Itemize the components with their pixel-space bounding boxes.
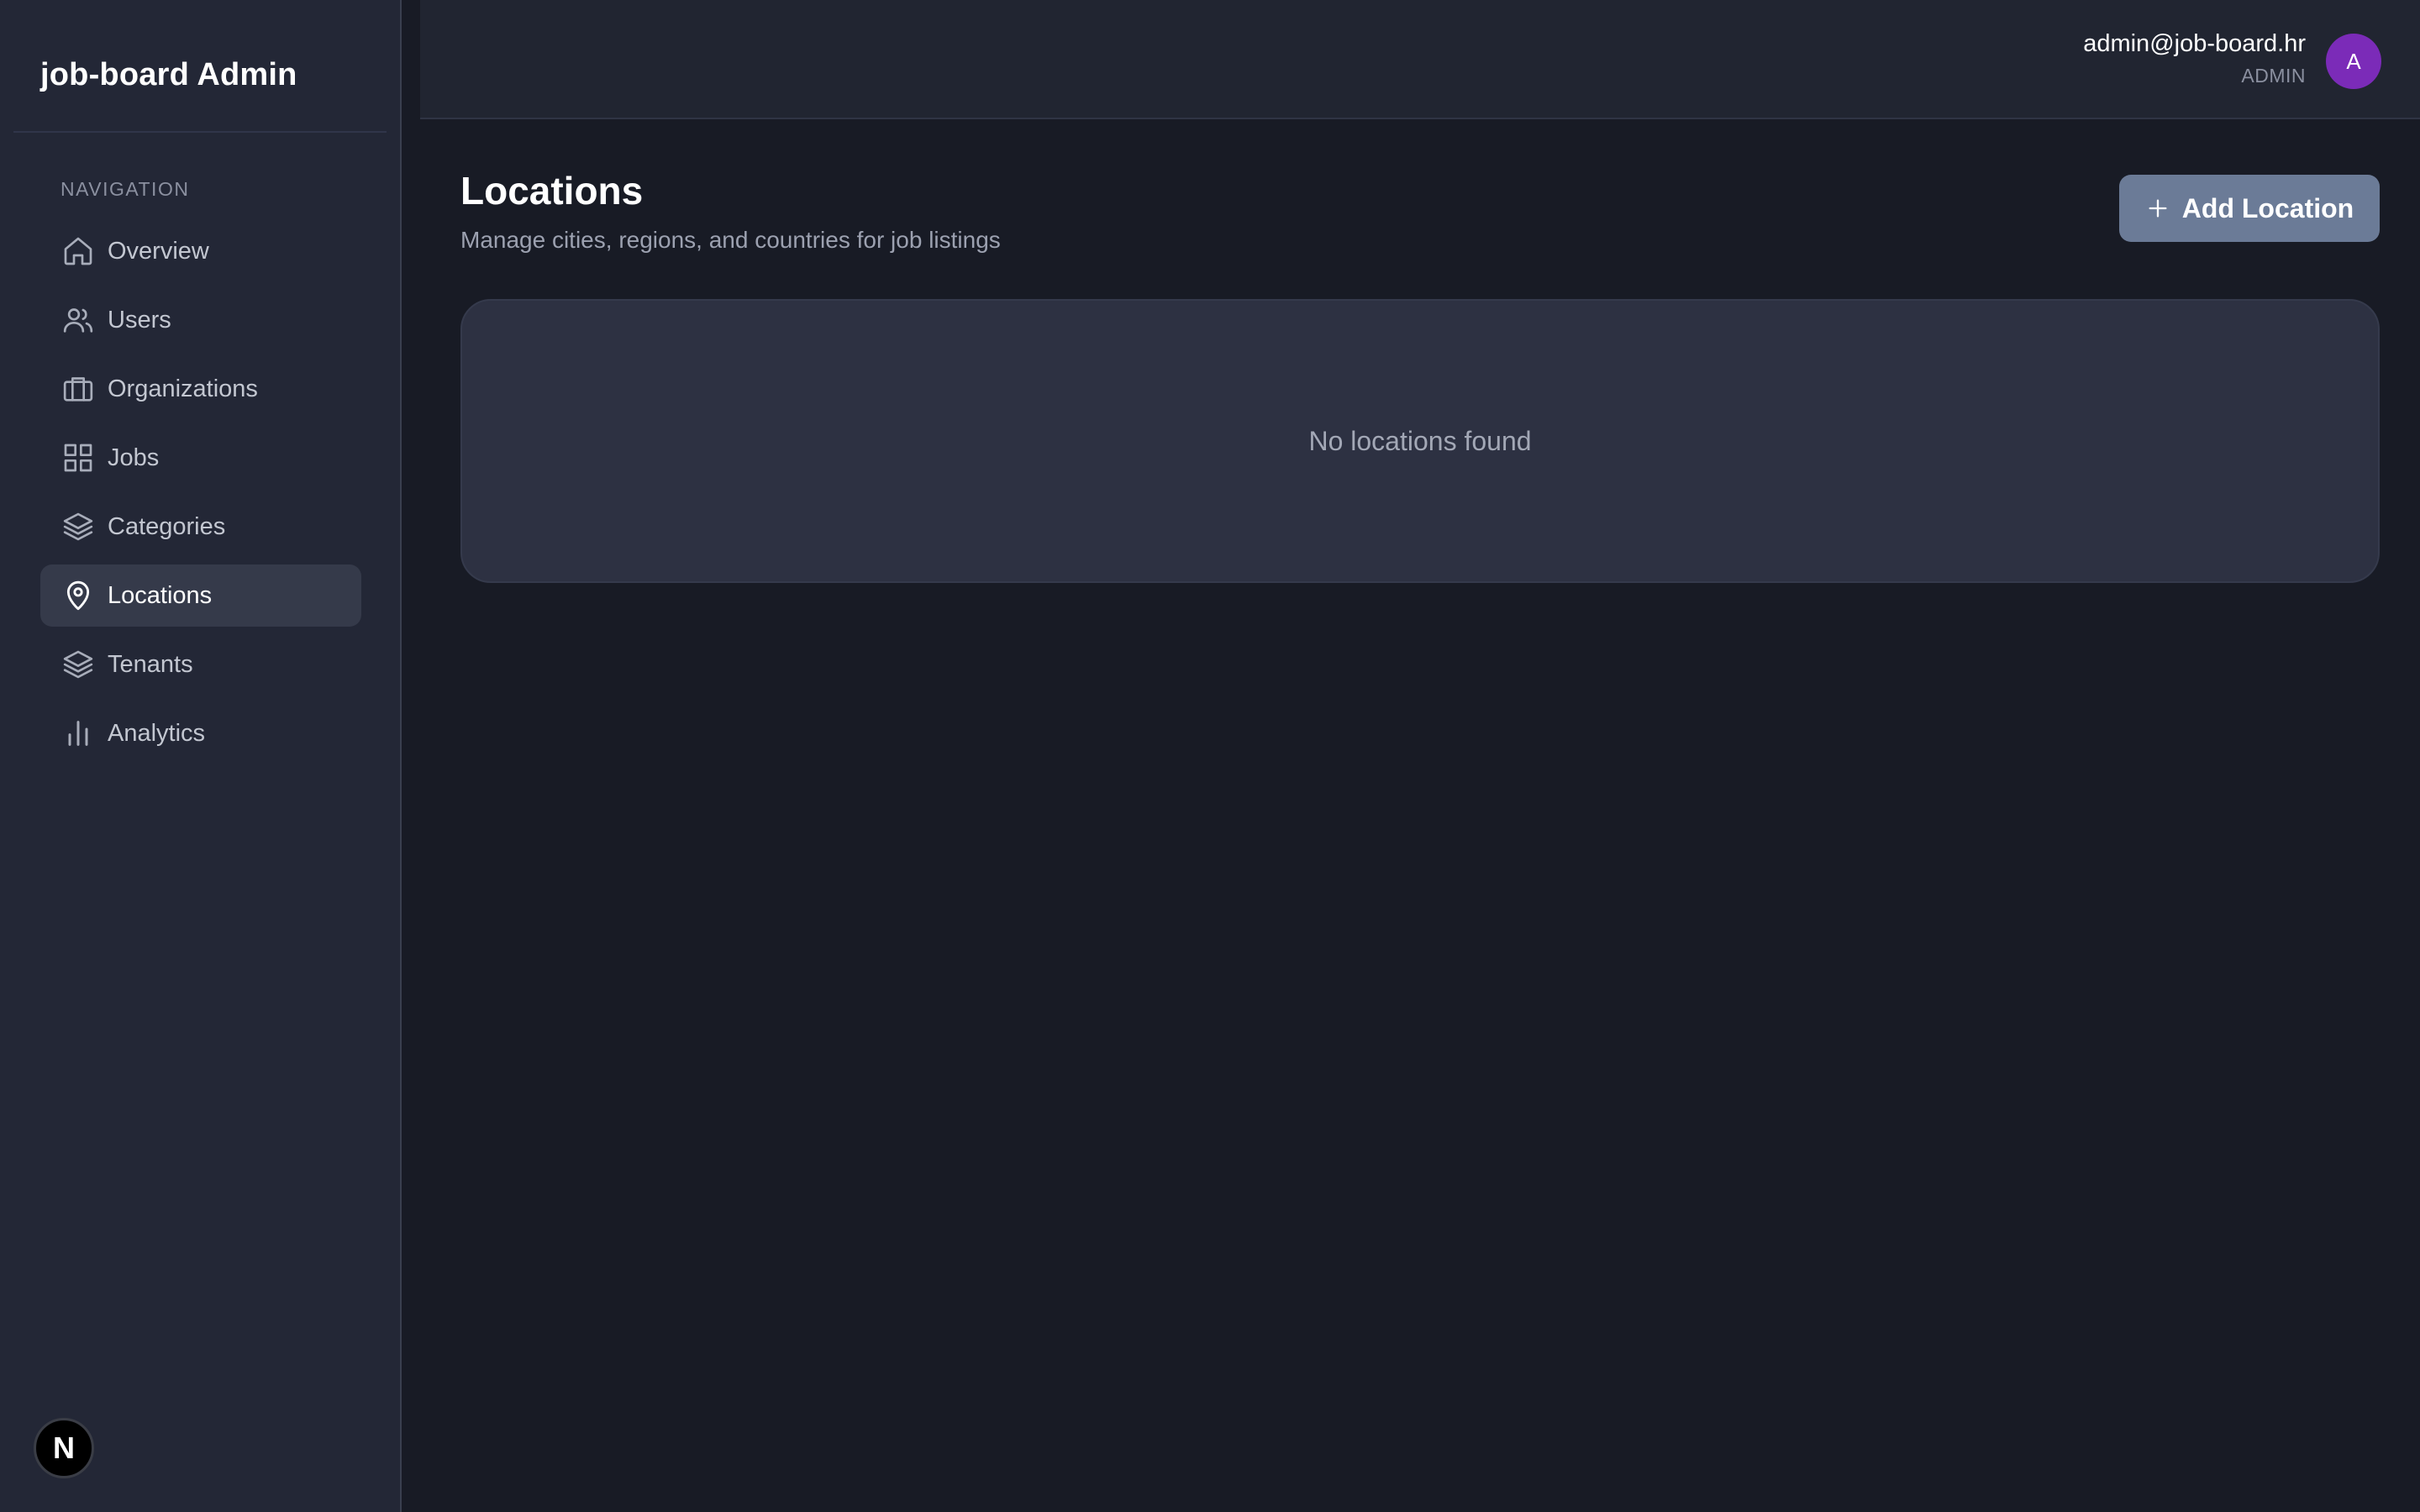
add-location-button[interactable]: Add Location	[2119, 175, 2380, 242]
sidebar-item-label: Categories	[108, 512, 226, 540]
sidebar-item-label: Overview	[108, 237, 209, 265]
sidebar-item-label: Locations	[108, 581, 213, 609]
empty-state-message: No locations found	[1308, 425, 1532, 456]
sidebar: job-board Admin NAVIGATION Overview User…	[0, 0, 402, 1512]
sidebar-item-overview[interactable]: Overview	[40, 220, 361, 282]
dev-tools-badge[interactable]: N	[34, 1418, 94, 1478]
bar-chart-icon	[60, 716, 96, 751]
sidebar-item-jobs[interactable]: Jobs	[40, 427, 361, 489]
user-info: admin@job-board.hr ADMIN	[2083, 30, 2306, 87]
sidebar-item-analytics[interactable]: Analytics	[40, 702, 361, 764]
home-icon	[60, 234, 96, 269]
avatar[interactable]: A	[2326, 34, 2381, 89]
brand-divider	[13, 131, 387, 133]
sidebar-item-label: Organizations	[108, 375, 258, 402]
admin-app: job-board Admin NAVIGATION Overview User…	[0, 0, 2420, 1512]
layers-icon	[60, 647, 96, 682]
page-subtitle: Manage cities, regions, and countries fo…	[460, 227, 1001, 253]
users-icon	[60, 302, 96, 338]
sidebar-item-label: Jobs	[108, 444, 160, 471]
sidebar-item-users[interactable]: Users	[40, 289, 361, 351]
brand-title: job-board Admin	[40, 57, 297, 92]
add-location-label: Add Location	[2181, 192, 2354, 223]
page-title: Locations	[460, 169, 644, 213]
sidebar-item-locations[interactable]: Locations	[40, 564, 361, 627]
briefcase-icon	[60, 371, 96, 407]
user-role: ADMIN	[2241, 65, 2306, 87]
top-header: admin@job-board.hr ADMIN A	[420, 0, 2420, 119]
sidebar-item-categories[interactable]: Categories	[40, 496, 361, 558]
sidebar-item-tenants[interactable]: Tenants	[40, 633, 361, 696]
layers-icon	[60, 509, 96, 544]
sidebar-item-organizations[interactable]: Organizations	[40, 358, 361, 420]
sidebar-nav: Overview Users Organizations Jobs Catego…	[40, 220, 361, 771]
sidebar-item-label: Users	[108, 306, 171, 333]
plus-icon	[2145, 196, 2170, 221]
grid-icon	[60, 440, 96, 475]
sidebar-item-label: Tenants	[108, 650, 193, 678]
locations-empty-state: No locations found	[460, 299, 2380, 583]
sidebar-item-label: Analytics	[108, 719, 206, 747]
user-email: admin@job-board.hr	[2083, 30, 2306, 57]
nav-heading: NAVIGATION	[60, 178, 190, 200]
map-pin-icon	[60, 578, 96, 613]
